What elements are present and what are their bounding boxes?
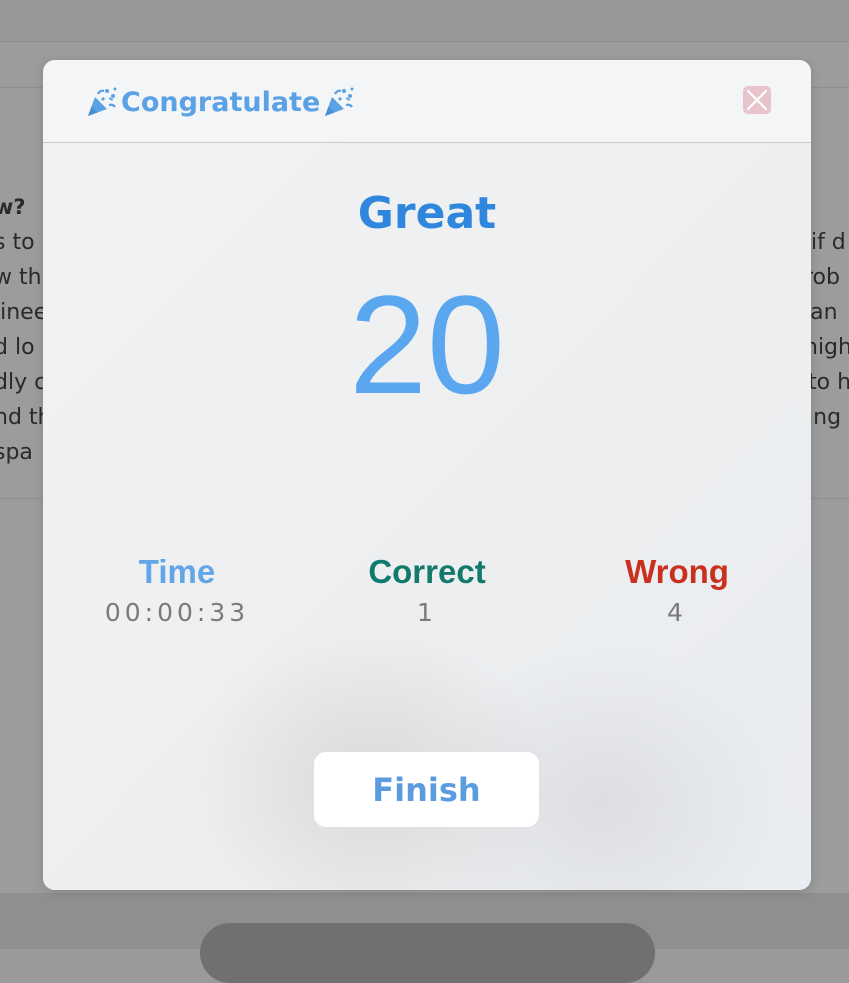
modal-title: Congratulate bbox=[85, 82, 356, 122]
background-text-line: w th bbox=[0, 265, 42, 290]
result-rating: Great bbox=[357, 188, 497, 239]
background-bottom-button bbox=[200, 923, 655, 983]
stat-time-label: Time bbox=[138, 553, 216, 590]
stat-correct-value: 1 bbox=[417, 598, 437, 627]
finish-button[interactable]: Finish bbox=[314, 752, 539, 827]
party-popper-icon bbox=[322, 85, 356, 119]
background-text-line: jinee bbox=[0, 300, 46, 325]
stat-time-value: 00:00:33 bbox=[104, 598, 250, 627]
stat-time: Time 00:00:33 bbox=[67, 550, 287, 627]
background-text-line: dly c bbox=[0, 370, 46, 395]
stat-wrong-value: 4 bbox=[667, 598, 687, 627]
stat-wrong-label: Wrong bbox=[625, 553, 729, 590]
background-text-line: d lo bbox=[0, 335, 35, 360]
stat-wrong: Wrong 4 bbox=[567, 550, 787, 627]
modal-header: Congratulate bbox=[43, 60, 811, 143]
background-text-line: nd th bbox=[0, 405, 46, 430]
modal-title-text: Congratulate bbox=[121, 86, 321, 118]
background-text-left: w? s to w th jinee d lo dly c nd th spa bbox=[0, 190, 46, 470]
background-text-line: s to bbox=[0, 230, 35, 255]
stat-correct: Correct 1 bbox=[317, 550, 537, 627]
result-modal: Congratulate Great 20 Time 00:00:33 Corr… bbox=[43, 60, 811, 890]
close-icon bbox=[746, 89, 768, 111]
close-button[interactable] bbox=[743, 86, 771, 114]
background-text-line: w? bbox=[0, 195, 26, 219]
background-top-bar bbox=[0, 0, 849, 42]
party-popper-icon bbox=[85, 85, 119, 119]
score-value: 20 bbox=[349, 266, 505, 423]
stat-correct-label: Correct bbox=[368, 553, 486, 590]
background-text-line: spa bbox=[0, 440, 33, 465]
